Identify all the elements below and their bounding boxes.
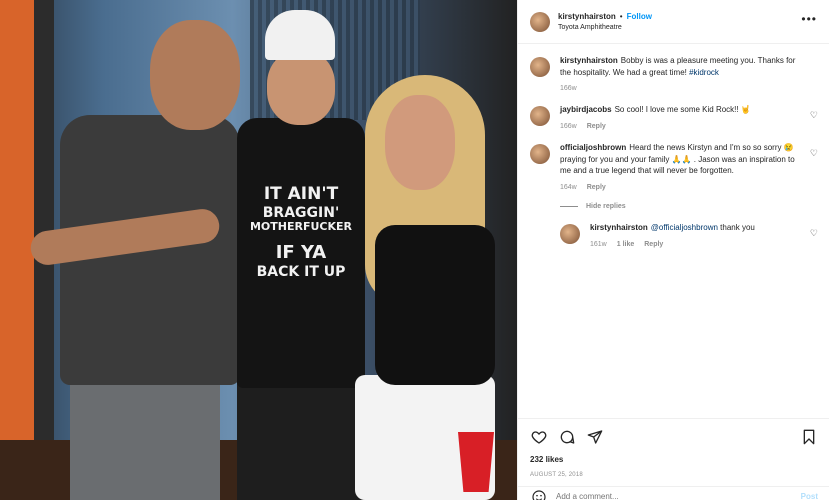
person-center-shorts [237, 380, 365, 500]
reply-time[interactable]: 161w [590, 240, 607, 250]
reply-text: kirstynhairston @officialjoshbrown thank … [590, 222, 818, 250]
header-dot: • [619, 12, 623, 21]
reply-button[interactable]: Reply [644, 240, 663, 250]
caption: kirstynhairston Bobby is was a pleasure m… [530, 55, 818, 94]
hashtag-link[interactable]: #kidrock [689, 68, 719, 77]
follow-button[interactable]: Follow [627, 12, 652, 21]
comment-time[interactable]: 164w [560, 183, 577, 193]
jersey-line-1: IT AIN'T [263, 184, 339, 204]
header-username[interactable]: kirstynhairston [558, 12, 616, 21]
person-right-top [375, 225, 495, 385]
caption-time[interactable]: 166w [560, 84, 577, 94]
heart-icon[interactable]: ♡ [810, 228, 818, 239]
emoji-smiley-icon[interactable] [530, 488, 548, 500]
instagram-post: IT AIN'T BRAGGIN' MOTHERFUCKER IF YA BAC… [0, 0, 829, 500]
jersey-line-2: BRAGGIN' [262, 204, 340, 221]
reply-button[interactable]: Reply [587, 183, 606, 193]
hide-replies-button[interactable]: Hide replies [560, 203, 818, 210]
comment-username[interactable]: officialjoshbrown [560, 143, 626, 152]
post-photo: IT AIN'T BRAGGIN' MOTHERFUCKER IF YA BAC… [0, 0, 517, 500]
person-left [28, 20, 240, 500]
post-actions: 232 likes AUGUST 25, 2018 [518, 418, 829, 484]
jersey-line-5: BACK IT UP [256, 263, 346, 280]
reply-meta: 161w 1 like Reply [590, 240, 802, 250]
comment-body: So cool! I love me some Kid Rock!! 🤘 [614, 105, 751, 115]
photo-wall [0, 0, 34, 500]
avatar[interactable] [530, 57, 550, 77]
share-paper-plane-icon[interactable] [586, 428, 604, 446]
heart-icon[interactable]: ♡ [810, 148, 818, 159]
avatar[interactable] [530, 11, 550, 32]
caption-username[interactable]: kirstynhairston [560, 56, 618, 65]
avatar[interactable] [530, 106, 550, 127]
person-center-hat [265, 10, 335, 60]
add-comment-bar: Post [518, 486, 829, 500]
comment-meta: 166w Reply [560, 122, 802, 132]
post-header: kirstynhairston • Follow Toyota Amphithe… [518, 0, 829, 44]
reply-comment: kirstynhairston @officialjoshbrown thank … [560, 222, 818, 250]
reply-username[interactable]: kirstynhairston [590, 223, 648, 232]
mention-link[interactable]: @officialjoshbrown [651, 223, 718, 232]
like-heart-icon[interactable] [530, 428, 548, 446]
caption-meta: 166w [560, 84, 802, 94]
bookmark-icon[interactable] [800, 428, 818, 446]
comment-input[interactable] [556, 492, 793, 500]
jersey-line-3: MOTHERFUCKER [249, 219, 353, 233]
comment-text: officialjoshbrown Heard the news Kirstyn … [560, 142, 818, 193]
hide-replies-label: Hide replies [586, 202, 626, 210]
header-row: kirstynhairston • Follow [558, 12, 652, 21]
avatar[interactable] [560, 223, 580, 244]
avatar[interactable] [530, 144, 550, 165]
post-side-panel: kirstynhairston • Follow Toyota Amphithe… [517, 0, 829, 500]
caption-text: kirstynhairston Bobby is was a pleasure m… [560, 55, 818, 94]
jersey-line-4: IF YA [275, 242, 327, 264]
person-right-head [385, 95, 455, 190]
comments-list: kirstynhairston Bobby is was a pleasure m… [518, 45, 829, 415]
comment-meta: 164w Reply [560, 183, 802, 193]
heart-icon[interactable]: ♡ [810, 110, 818, 121]
reply-likes[interactable]: 1 like [617, 240, 635, 250]
person-left-legs [70, 365, 220, 500]
post-button[interactable]: Post [801, 492, 818, 500]
reply-body: thank you [717, 222, 755, 232]
likes-count[interactable]: 232 likes [530, 455, 818, 464]
person-center-head [267, 50, 335, 125]
more-horizontal-icon[interactable]: ••• [801, 12, 817, 26]
header-names: kirstynhairston • Follow Toyota Amphithe… [558, 12, 652, 31]
comment-bubble-icon[interactable] [558, 428, 576, 446]
person-center: IT AIN'T BRAGGIN' MOTHERFUCKER IF YA BAC… [225, 10, 375, 500]
red-cup [458, 432, 494, 492]
comment: jaybirdjacobs So cool! I love me some Kid… [530, 104, 818, 132]
comment-username[interactable]: jaybirdjacobs [560, 105, 612, 114]
jersey-text: IT AIN'T BRAGGIN' MOTHERFUCKER IF YA BAC… [247, 184, 355, 280]
hide-replies-line [560, 205, 578, 207]
comment-text: jaybirdjacobs So cool! I love me some Kid… [560, 104, 818, 132]
post-date[interactable]: AUGUST 25, 2018 [530, 472, 818, 478]
action-icons [530, 425, 818, 449]
reply-button[interactable]: Reply [587, 122, 606, 132]
comment: officialjoshbrown Heard the news Kirstyn … [530, 142, 818, 193]
comment-time[interactable]: 166w [560, 122, 577, 132]
location-link[interactable]: Toyota Amphitheatre [558, 24, 652, 31]
